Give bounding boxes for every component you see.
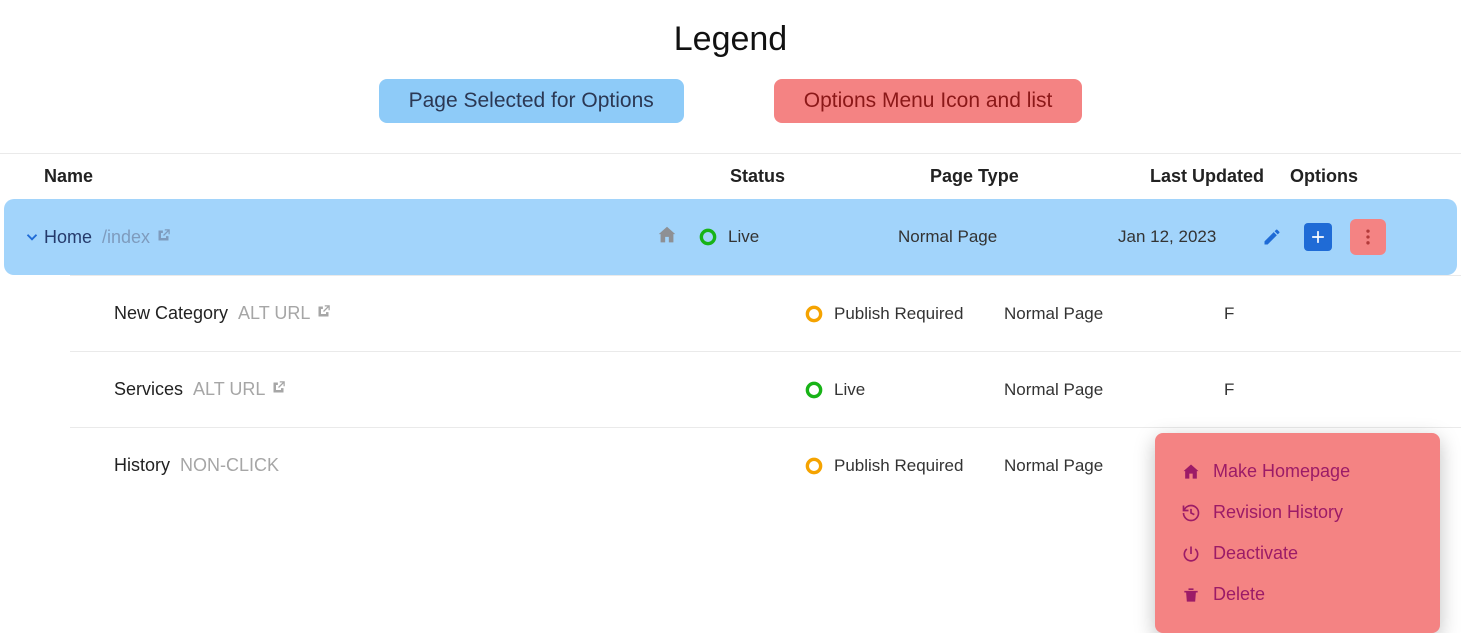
- col-updated: Last Updated: [1150, 166, 1290, 187]
- legend-menu-pill: Options Menu Icon and list: [774, 79, 1083, 123]
- status-icon: [804, 304, 824, 324]
- col-type: Page Type: [930, 166, 1150, 187]
- legend: Legend Page Selected for Options Options…: [0, 0, 1461, 153]
- options-button[interactable]: [1350, 219, 1386, 255]
- menu-revision-history[interactable]: Revision History: [1155, 492, 1440, 533]
- status-icon: [698, 227, 718, 247]
- page-name: Services: [114, 379, 183, 400]
- col-name: Name: [44, 166, 730, 187]
- page-name: Home: [44, 227, 92, 248]
- more-vert-icon: [1358, 227, 1378, 247]
- external-link-icon: [156, 227, 171, 248]
- edit-button[interactable]: [1258, 223, 1286, 251]
- status-text: Live: [834, 380, 865, 400]
- col-options: Options: [1290, 166, 1390, 187]
- page-url[interactable]: ALT URL: [238, 303, 331, 324]
- home-icon: [1181, 462, 1201, 482]
- chevron-down-icon: [23, 228, 41, 246]
- page-url: NON-CLICK: [180, 455, 279, 476]
- status-text: Publish Required: [834, 456, 963, 476]
- menu-deactivate[interactable]: Deactivate: [1155, 533, 1440, 574]
- status-icon: [804, 380, 824, 400]
- options-menu: Make Homepage Revision History Deactivat…: [1155, 433, 1440, 633]
- page-name: New Category: [114, 303, 228, 324]
- page-url[interactable]: ALT URL: [193, 379, 286, 400]
- table-row[interactable]: Services ALT URL Live Normal Page F: [70, 351, 1461, 427]
- expand-toggle[interactable]: [20, 228, 44, 246]
- pencil-icon: [1262, 227, 1282, 247]
- external-link-icon: [316, 303, 331, 324]
- power-icon: [1181, 544, 1201, 564]
- menu-delete[interactable]: Delete: [1155, 574, 1440, 615]
- col-status: Status: [730, 166, 930, 187]
- status-text: Live: [728, 227, 759, 247]
- page-type: Normal Page: [1004, 380, 1224, 400]
- external-link-icon: [271, 379, 286, 400]
- table-row[interactable]: New Category ALT URL Publish Required No…: [70, 275, 1461, 351]
- add-button[interactable]: [1304, 223, 1332, 251]
- page-url[interactable]: /index: [102, 227, 171, 248]
- table-row[interactable]: Home /index Live Normal Page Jan 12, 202…: [4, 199, 1457, 275]
- plus-icon: [1308, 227, 1328, 247]
- status-text: Publish Required: [834, 304, 963, 324]
- legend-selected-pill: Page Selected for Options: [379, 79, 684, 123]
- history-icon: [1181, 503, 1201, 523]
- last-updated: F: [1224, 304, 1364, 324]
- options-button[interactable]: [1456, 452, 1461, 480]
- menu-make-homepage[interactable]: Make Homepage: [1155, 451, 1440, 492]
- status-icon: [804, 456, 824, 476]
- last-updated: F: [1224, 380, 1364, 400]
- page-type: Normal Page: [898, 227, 1118, 247]
- last-updated: Jan 12, 2023: [1118, 227, 1258, 247]
- page-name: History: [114, 455, 170, 476]
- legend-title: Legend: [0, 20, 1461, 59]
- page-type: Normal Page: [1004, 304, 1224, 324]
- home-icon: [656, 224, 678, 251]
- trash-icon: [1181, 585, 1201, 605]
- table-header: Name Status Page Type Last Updated Optio…: [0, 154, 1461, 199]
- legend-pills: Page Selected for Options Options Menu I…: [0, 79, 1461, 123]
